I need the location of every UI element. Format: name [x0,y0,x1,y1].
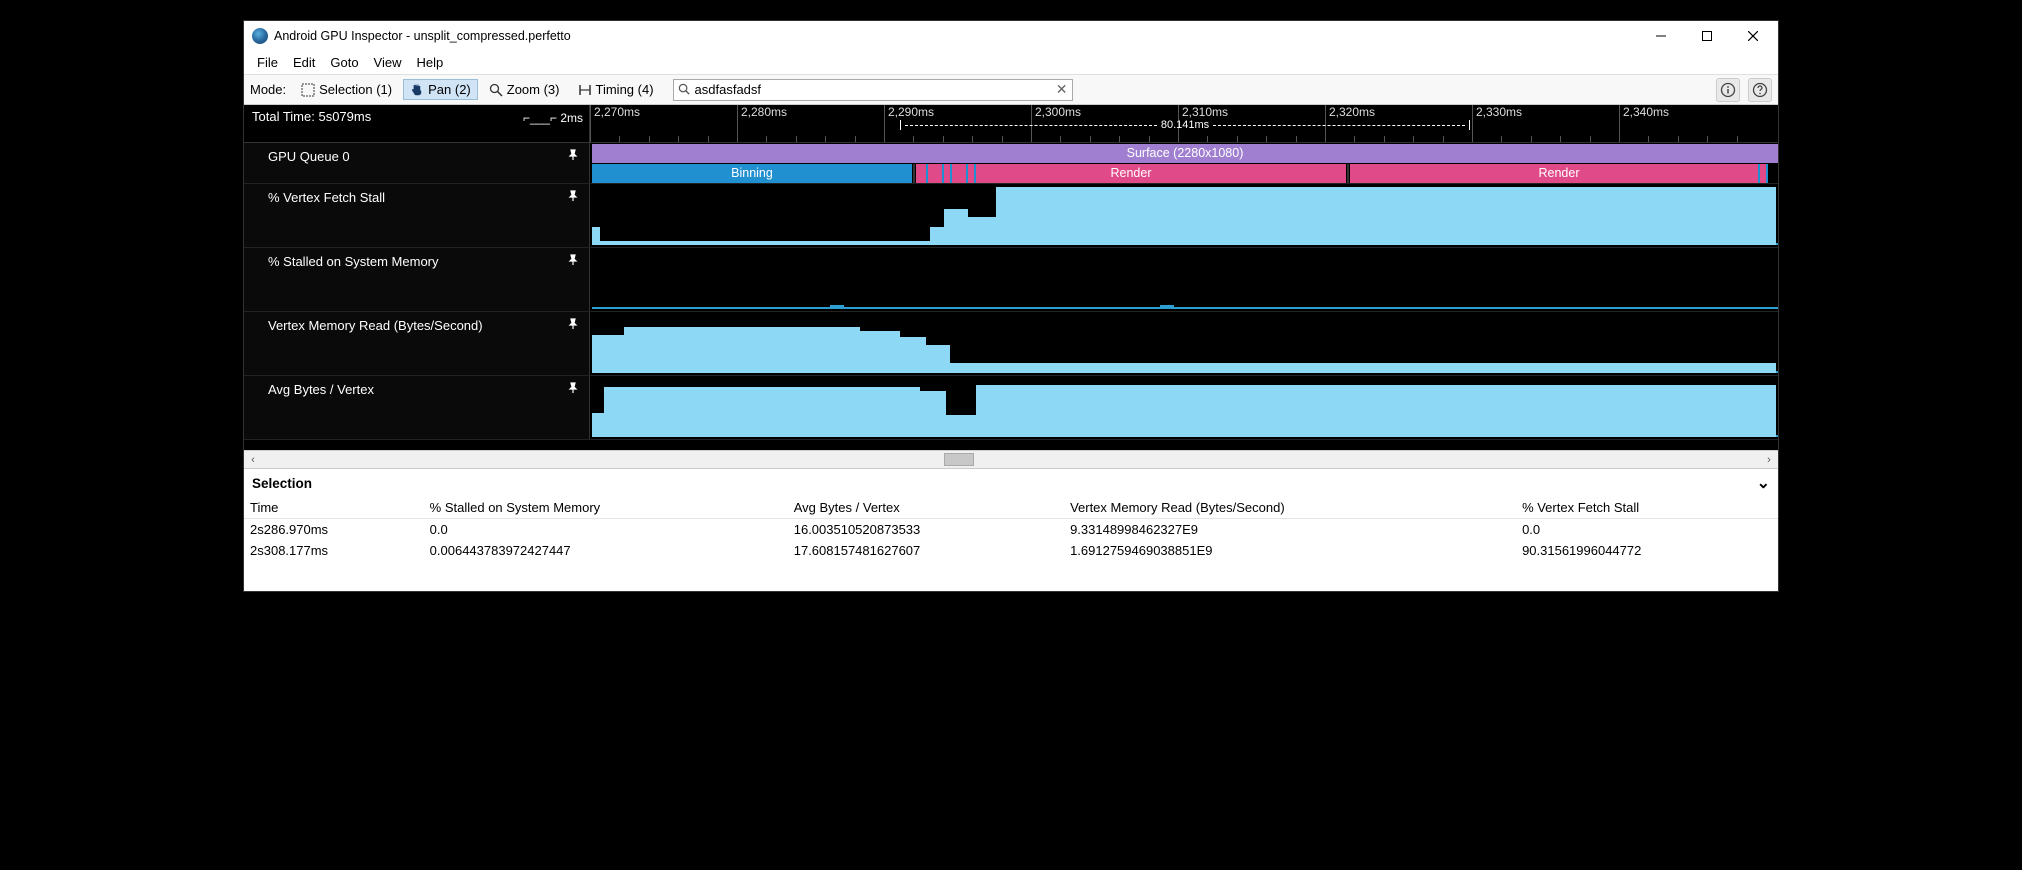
timeline: Total Time: 5s079ms ⌐___⌐ 2ms 2,270ms 2,2… [244,105,1778,450]
maximize-button[interactable] [1684,21,1730,51]
search-input[interactable] [691,82,1056,97]
track-avg-bytes: Avg Bytes / Vertex [244,376,1778,440]
table-cell: 2s286.970ms [244,519,424,541]
selection-panel: Selection ⌄ Time% Stalled on System Memo… [244,468,1778,591]
ruler-major-tick: 2,340ms [1619,105,1669,142]
scroll-right-icon[interactable]: › [1760,454,1778,466]
track-gpu-queue: GPU Queue 0 Surface (2280x1080) Binning … [244,143,1778,184]
pin-icon[interactable] [567,382,581,394]
pin-icon[interactable] [567,318,581,330]
track-vmem-read: Vertex Memory Read (Bytes/Second) [244,312,1778,376]
mode-label: Mode: [250,82,286,97]
vmr-chart[interactable] [590,312,1778,375]
table-cell: 0.0 [1516,519,1778,541]
minor-scale: ⌐___⌐ 2ms [523,111,583,125]
track-label-abv: Avg Bytes / Vertex [268,382,374,397]
track-vertex-fetch-stall: % Vertex Fetch Stall [244,184,1778,248]
selection-icon [301,83,315,97]
table-cell: 0.006443783972427447 [424,540,788,561]
gpu-queue-content[interactable]: Surface (2280x1080) Binning Render Rende… [590,143,1778,183]
timing-icon [578,83,592,97]
app-window: Android GPU Inspector - unsplit_compress… [243,20,1779,592]
titlebar: Android GPU Inspector - unsplit_compress… [244,21,1778,51]
ssm-chart[interactable] [590,248,1778,311]
table-cell: 17.608157481627607 [788,540,1064,561]
track-label-vmr: Vertex Memory Read (Bytes/Second) [268,318,483,333]
help-button[interactable] [1748,78,1772,102]
mode-zoom-label: Zoom (3) [507,82,560,97]
menu-help[interactable]: Help [410,53,451,72]
total-time: Total Time: 5s079ms [252,109,371,124]
gpu-surface-block[interactable]: Surface (2280x1080) [592,144,1778,163]
clear-search-icon[interactable]: ✕ [1056,81,1068,98]
horizontal-scrollbar[interactable]: ‹ › [244,450,1778,468]
table-cell: 16.003510520873533 [788,519,1064,541]
scroll-left-icon[interactable]: ‹ [244,454,262,466]
minimize-button[interactable] [1638,21,1684,51]
selection-table: Time% Stalled on System MemoryAvg Bytes … [244,497,1778,561]
ruler-major-tick: 2,270ms [590,105,640,142]
pin-icon[interactable] [567,254,581,266]
selection-span-label: 80.141ms [900,119,1470,131]
pan-icon [410,83,424,97]
table-cell: 2s308.177ms [244,540,424,561]
time-ruler[interactable]: 2,270ms2,280ms2,290ms2,300ms2,310ms2,320… [590,105,1778,142]
toolbar: Mode: Selection (1) Pan (2) Zoom (3) Tim… [244,75,1778,105]
ruler-major-tick: 2,280ms [737,105,787,142]
table-cell: 0.0 [424,519,788,541]
menu-file[interactable]: File [250,53,285,72]
table-column-header[interactable]: Vertex Memory Read (Bytes/Second) [1064,497,1516,519]
ruler-major-tick: 2,330ms [1472,105,1522,142]
zoom-icon [489,83,503,97]
mode-zoom[interactable]: Zoom (3) [482,79,567,100]
search-icon [678,83,691,96]
vfs-chart[interactable] [590,184,1778,247]
track-stalled-mem: % Stalled on System Memory [244,248,1778,312]
mode-timing[interactable]: Timing (4) [571,79,661,100]
mode-timing-label: Timing (4) [596,82,654,97]
close-button[interactable] [1730,21,1776,51]
window-title: Android GPU Inspector - unsplit_compress… [274,29,1638,43]
selection-header: Selection [252,476,312,491]
collapse-icon[interactable]: ⌄ [1757,473,1770,493]
time-ruler-row: Total Time: 5s079ms ⌐___⌐ 2ms 2,270ms 2,2… [244,105,1778,143]
app-icon [252,28,268,44]
search-box[interactable]: ✕ [673,79,1073,101]
menu-view[interactable]: View [367,53,409,72]
abv-chart[interactable] [590,376,1778,439]
gpu-binning-block[interactable]: Binning [592,164,912,183]
info-button[interactable] [1716,78,1740,102]
mode-pan[interactable]: Pan (2) [403,79,478,100]
track-label-ssm: % Stalled on System Memory [268,254,439,269]
track-label-gpu: GPU Queue 0 [268,149,350,164]
scroll-thumb[interactable] [944,453,974,466]
pin-icon[interactable] [567,149,581,161]
table-cell: 90.31561996044772 [1516,540,1778,561]
table-row[interactable]: 2s286.970ms0.016.0035105208735339.331489… [244,519,1778,541]
mode-selection[interactable]: Selection (1) [294,79,399,100]
mode-pan-label: Pan (2) [428,82,471,97]
pin-icon[interactable] [567,190,581,202]
menubar: File Edit Goto View Help [244,51,1778,75]
menu-edit[interactable]: Edit [286,53,322,72]
table-column-header[interactable]: Avg Bytes / Vertex [788,497,1064,519]
table-column-header[interactable]: Time [244,497,424,519]
gpu-render-block-1[interactable]: Render [916,164,1346,183]
table-column-header[interactable]: % Stalled on System Memory [424,497,788,519]
mode-selection-label: Selection (1) [319,82,392,97]
gpu-render-block-2[interactable]: Render [1350,164,1768,183]
menu-goto[interactable]: Goto [323,53,365,72]
table-row[interactable]: 2s308.177ms0.00644378397242744717.608157… [244,540,1778,561]
table-cell: 1.6912759469038851E9 [1064,540,1516,561]
table-column-header[interactable]: % Vertex Fetch Stall [1516,497,1778,519]
table-cell: 9.33148998462327E9 [1064,519,1516,541]
track-label-vfs: % Vertex Fetch Stall [268,190,385,205]
